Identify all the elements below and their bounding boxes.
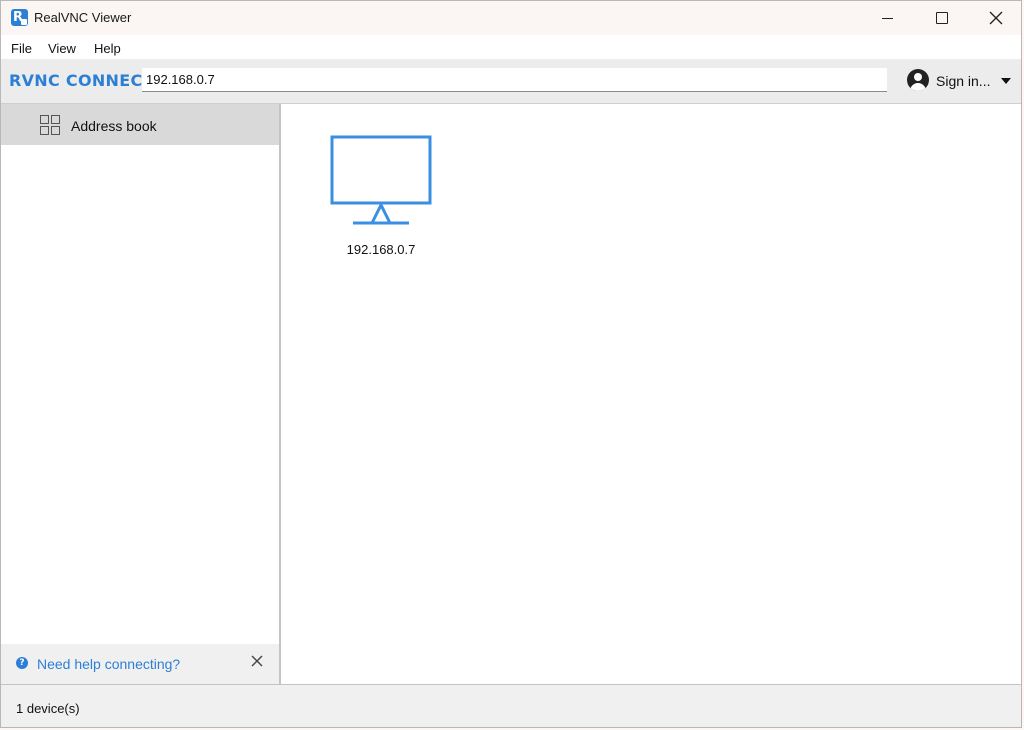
- vnc-connect-logo: RVNC CONNECT: [9, 71, 154, 90]
- dismiss-help-icon[interactable]: [251, 655, 263, 667]
- menu-help[interactable]: Help: [94, 41, 121, 56]
- device-tile[interactable]: 192.168.0.7: [325, 134, 437, 264]
- menu-bar: File View Help: [1, 35, 1021, 59]
- menu-file[interactable]: File: [11, 41, 32, 56]
- maximize-button[interactable]: [915, 1, 969, 35]
- monitor-icon: [330, 135, 432, 225]
- window-title: RealVNC Viewer: [34, 10, 132, 25]
- toolbar: RVNC CONNECT Sign in...: [1, 59, 1021, 104]
- dropdown-caret-icon: [1001, 78, 1011, 84]
- menu-view[interactable]: View: [48, 41, 76, 56]
- title-bar[interactable]: R RealVNC Viewer: [1, 1, 1021, 35]
- grid-icon: [40, 115, 60, 135]
- minimize-icon: [882, 18, 893, 19]
- sign-in-button[interactable]: Sign in...: [907, 69, 1015, 95]
- app-window: R RealVNC Viewer File View Help RVNC CON…: [0, 0, 1022, 728]
- minimize-button[interactable]: [861, 1, 915, 35]
- close-icon: [989, 11, 1003, 25]
- status-bar: 1 device(s): [1, 684, 1021, 727]
- user-avatar-icon: [907, 69, 929, 91]
- sidebar-item-address-book[interactable]: Address book: [1, 104, 279, 145]
- address-input[interactable]: [142, 68, 887, 92]
- sign-in-label: Sign in...: [936, 73, 991, 89]
- close-button[interactable]: [969, 1, 1021, 35]
- help-connecting-link[interactable]: Need help connecting?: [37, 656, 180, 672]
- device-count: 1 device(s): [16, 701, 80, 716]
- sidebar-item-label: Address book: [71, 118, 157, 134]
- sidebar: Address book ? Need help connecting?: [1, 104, 281, 684]
- maximize-icon: [936, 12, 948, 24]
- help-banner: ? Need help connecting?: [1, 644, 279, 684]
- device-list-area: 192.168.0.7: [281, 104, 1021, 684]
- device-label: 192.168.0.7: [346, 242, 416, 257]
- question-icon: ?: [16, 657, 28, 669]
- realvnc-app-icon: R: [11, 9, 28, 26]
